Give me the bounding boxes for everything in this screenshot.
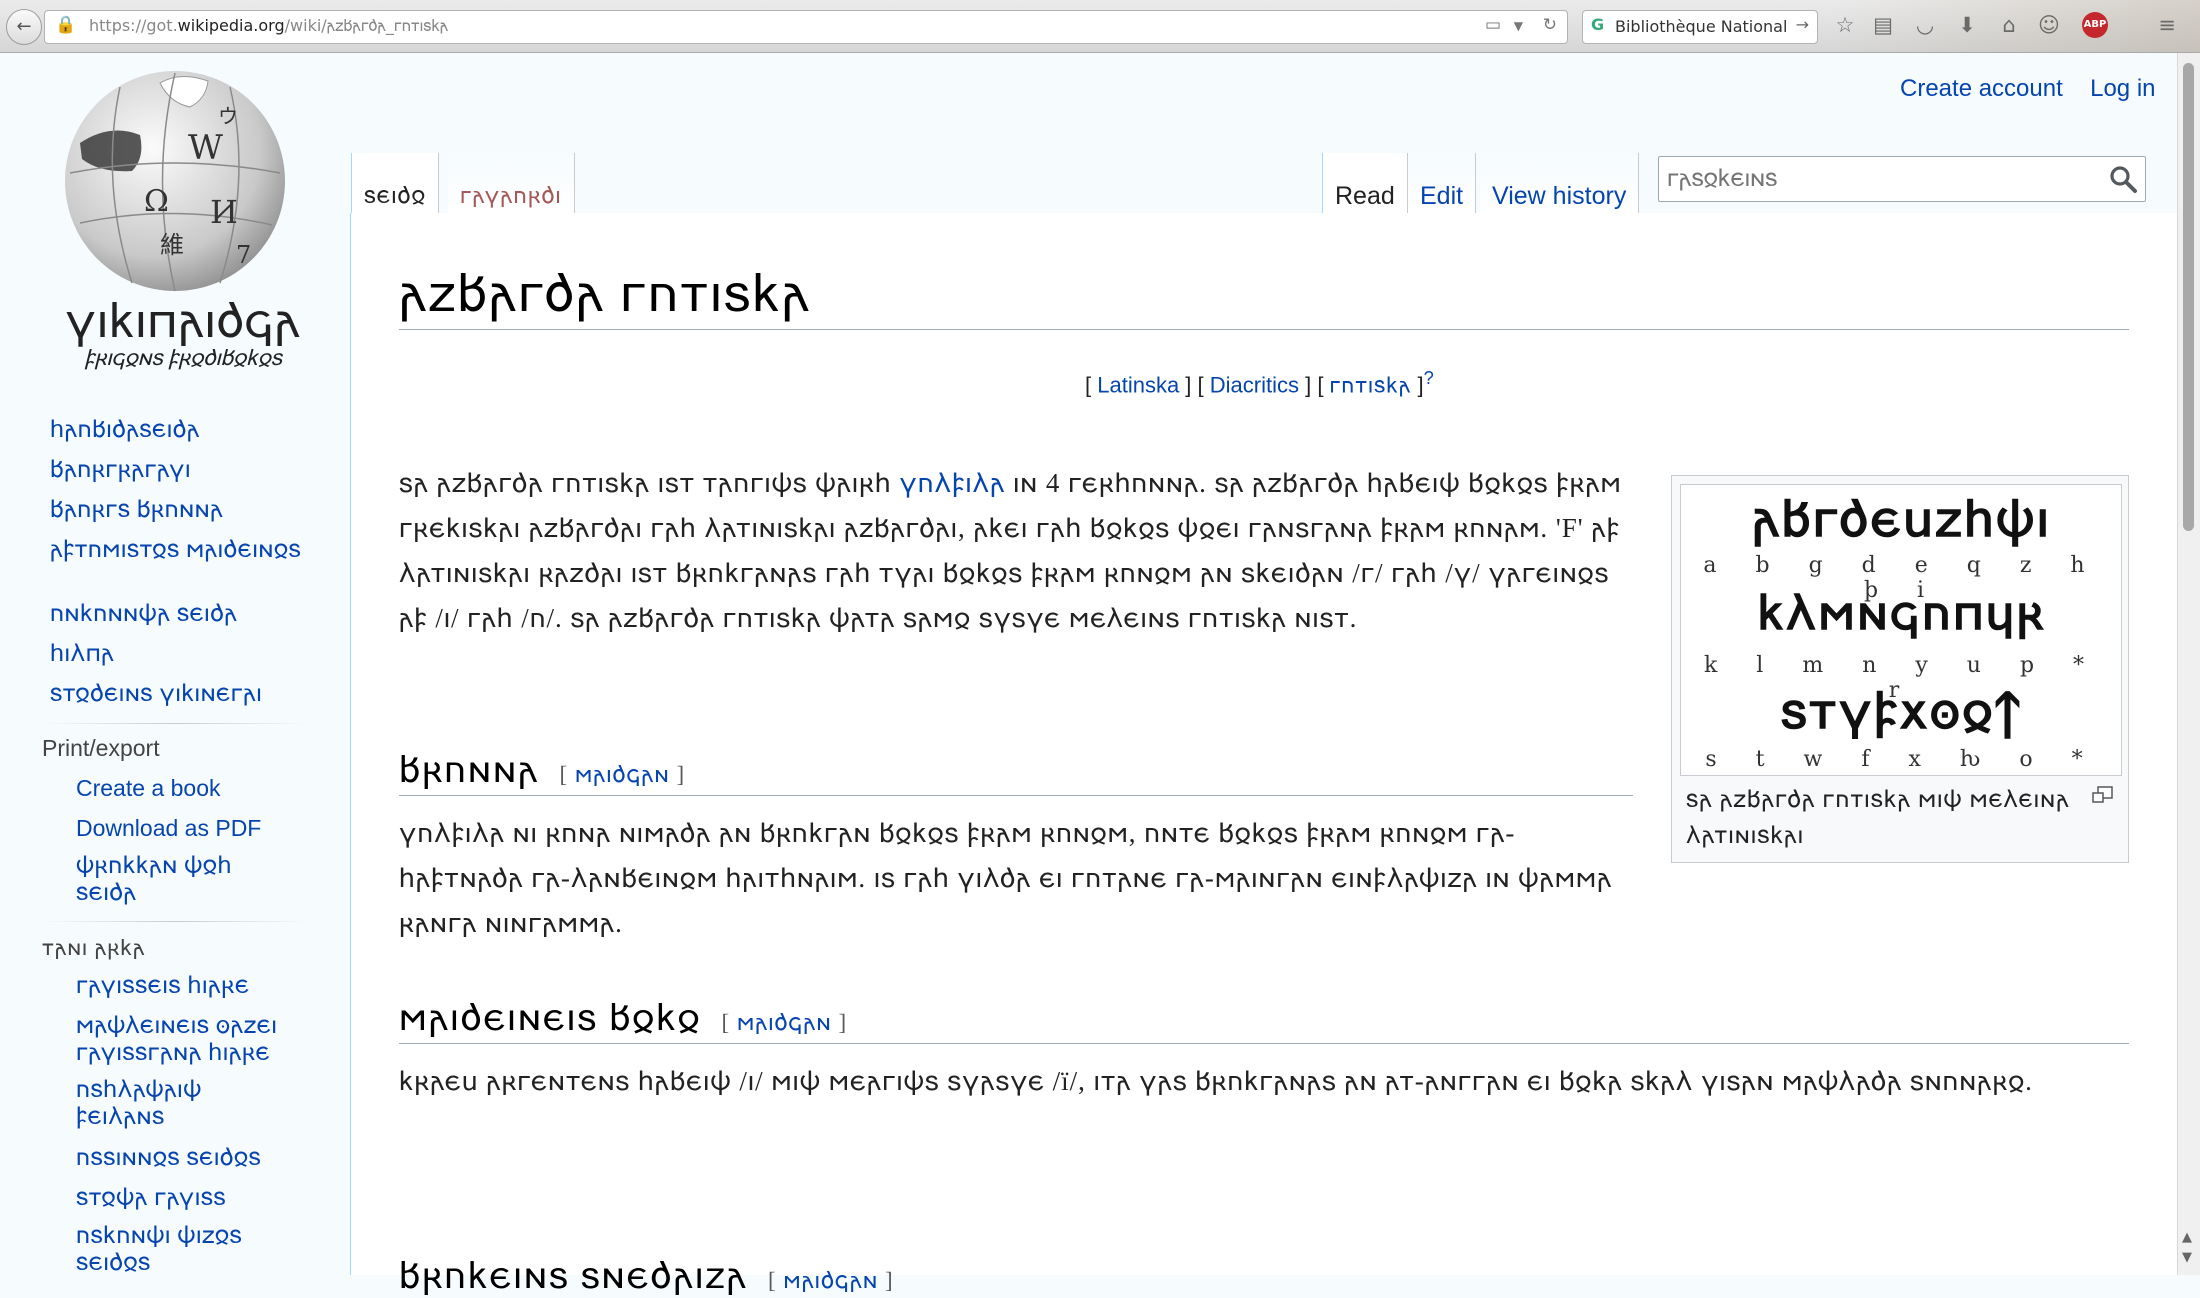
sidebar-item-help[interactable]: 𐌷𐌹𐌻𐍀𐌰 (50, 641, 320, 668)
upload-file-link[interactable]: 𐌿𐍃𐌷𐌻𐌰𐌸𐌰𐌹𐌸 𐍆𐌴𐌹𐌻𐌰𐌽𐍃 (76, 1077, 276, 1131)
scroll-up-icon[interactable]: ▲ (2182, 1230, 2192, 1245)
reload-icon[interactable]: ↻ (1543, 15, 1557, 35)
gothic-alphabet-image[interactable]: 𐌰𐌱𐌲𐌳𐌴𐌵𐌶𐌷𐌸𐌹 a b g d e q z h þ i 𐌺𐌻𐌼𐌽𐌾𐌿𐍀𐍁𐍂… (1680, 484, 2122, 776)
section-edit-link[interactable]: 𐌼𐌰𐌹𐌳𐌾𐌰𐌽 (737, 1010, 832, 1035)
lock-icon: 🔒 (55, 15, 77, 35)
scroll-down-icon[interactable]: ▼ (2182, 1250, 2192, 1265)
alphabet-figure: 𐌰𐌱𐌲𐌳𐌴𐌵𐌶𐌷𐌸𐌹 a b g d e q z h þ i 𐌺𐌻𐌼𐌽𐌾𐌿𐍀𐍁𐍂… (1671, 475, 2129, 863)
browser-search-field[interactable]: G Bibliothèque National → (1582, 10, 1818, 44)
download-pdf-link[interactable]: Download as PDF (76, 815, 261, 842)
search-engine-icon: G (1591, 15, 1605, 34)
bookmarks-list-icon[interactable]: ▤ (1870, 12, 1896, 38)
sidebar-item-recent-changes[interactable]: 𐌰𐍆𐍄𐌿𐌼𐌹𐍃𐍄𐍉𐍃 𐌼𐌰𐌹𐌳𐌴𐌹𐌽𐍉𐍃 (50, 537, 320, 564)
search-icon[interactable] (2107, 163, 2139, 195)
adblock-icon[interactable]: ABP (2082, 12, 2108, 38)
reader-view-icon[interactable]: ▭ (1485, 15, 1501, 35)
help-link[interactable]: ? (1424, 367, 1434, 388)
section-heading: 𐌱𐍂𐌿𐌽𐌽𐌰[ 𐌼𐌰𐌹𐌳𐌾𐌰𐌽 ] (399, 750, 686, 791)
create-book-link[interactable]: Create a book (76, 775, 220, 802)
section-heading: 𐌱𐍂𐌿𐌺𐌴𐌹𐌽𐍃 𐍃𐌽𐌴𐌳𐌰𐌹𐌶𐌰[ 𐌼𐌰𐌹𐌳𐌾𐌰𐌽 ] (399, 1256, 894, 1297)
special-pages-link[interactable]: 𐌿𐍃𐍃𐌹𐌽𐌽𐍉𐍃 𐍃𐌴𐌹𐌳𐍉𐍃 (76, 1145, 346, 1172)
go-arrow-icon[interactable]: → (1796, 15, 1809, 34)
sidebar-item-current-events[interactable]: 𐌱𐌰𐌿𐍂𐌲𐍃 𐌱𐍂𐌿𐌽𐌽𐌰 (50, 497, 320, 524)
gothic-script-link[interactable]: 𐌲𐌿𐍄𐌹𐍃𐌺𐌰 (1330, 372, 1412, 397)
tab-talk[interactable]: 𐌲𐌰𐍅𐌰𐌿𐍂𐌳𐌹 (448, 153, 575, 213)
log-in-link[interactable]: Log in (2090, 75, 2155, 102)
figure-caption: 𐍃𐌰 𐌰𐌶𐌱𐌰𐌲𐌳𐌰 𐌲𐌿𐍄𐌹𐍃𐌺𐌰 𐌼𐌹𐌸 𐌼𐌴𐌻𐌴𐌹𐌽𐌰 𐌻𐌰𐍄𐌹𐌽𐌹𐍃𐌺𐌰… (1686, 787, 2070, 849)
puzzle-globe-icon: Ω W И 維 7 ウ (65, 71, 285, 292)
sidebar-divider (42, 723, 310, 724)
svg-text:ウ: ウ (218, 104, 238, 128)
section-edit-link[interactable]: 𐌼𐌰𐌹𐌳𐌾𐌰𐌽 (575, 762, 670, 787)
script-switcher: [ Latinska ] [ Diacritics ] [ 𐌲𐌿𐍄𐌹𐍃𐌺𐌰 ]? (1085, 367, 1434, 398)
svg-text:И: И (210, 193, 238, 231)
menu-icon[interactable]: ≡ (2154, 12, 2180, 38)
tab-read[interactable]: Read (1322, 153, 1408, 214)
wulfila-link[interactable]: 𐍅𐌿𐌻𐍆𐌹𐌻𐌰 (899, 468, 1005, 498)
search-input[interactable] (1665, 163, 2089, 195)
sidebar-item-community[interactable]: 𐌱𐌰𐌿𐍂𐌲𐍂𐌰𐌲𐌰𐍅𐌹 (50, 457, 320, 484)
related-changes-link[interactable]: 𐌼𐌰𐌸𐌻𐌴𐌹𐌽𐌴𐌹𐍃 𐍈𐌰𐌶𐌴𐌹 𐌲𐌰𐍅𐌹𐍃𐍃𐌲𐌰𐌽𐌰 𐌷𐌹𐌰𐍂𐌴 (76, 1013, 316, 1067)
wikipedia-logo[interactable]: Ω W И 維 7 ウ 𐍅𐌹𐌺𐌹𐍀𐌰𐌹𐌳𐌾𐌰 𐍆𐍂𐌹𐌾𐍉𐌽𐍃 𐍆𐍂𐍉𐌳𐌹𐌱𐍉𐌺𐍉… (40, 63, 310, 383)
bookmark-star-icon[interactable]: ☆ (1832, 12, 1858, 38)
sidebar-item-main-page[interactable]: 𐌷𐌰𐌿𐌱𐌹𐌳𐌰𐍃𐌴𐌹𐌳𐌰 (50, 417, 320, 444)
permanent-link[interactable]: 𐍃𐍄𐍉𐌸𐌰 𐌲𐌰𐍅𐌹𐍃𐍃 (76, 1185, 346, 1212)
latin-script-link[interactable]: Latinska (1097, 372, 1179, 397)
page-information-link[interactable]: 𐌿𐍃𐌺𐌿𐌽𐌸𐌹 𐌸𐌹𐌶𐍉𐍃 𐍃𐌴𐌹𐌳𐍉𐍃 (76, 1223, 296, 1277)
svg-text:Ω: Ω (144, 184, 169, 219)
url-text: https://got.wikipedia.org/wiki/𐌰𐌶𐌱𐌰𐌲𐌳𐌰_𐌲… (89, 16, 449, 35)
create-account-link[interactable]: Create account (1900, 75, 2063, 102)
section-underline (399, 795, 1633, 796)
svg-text:7: 7 (236, 241, 251, 269)
scroll-thumb[interactable] (2183, 63, 2194, 531)
url-bar[interactable]: 🔒 https://got.wikipedia.org/wiki/𐌰𐌶𐌱𐌰𐌲𐌳𐌰… (44, 10, 1568, 44)
title-underline (399, 329, 2129, 330)
tools-heading: 𐍄𐌰𐌽𐌹 𐌰𐍂𐌺𐌰 (42, 935, 146, 960)
sidebar-divider (42, 921, 310, 922)
logo-tagline: 𐍆𐍂𐌹𐌾𐍉𐌽𐍃 𐍆𐍂𐍉𐌳𐌹𐌱𐍉𐌺𐍉𐍃 (84, 345, 282, 370)
intro-paragraph: 𐍃𐌰 𐌰𐌶𐌱𐌰𐌲𐌳𐌰 𐌲𐌿𐍄𐌹𐍃𐌺𐌰 𐌹𐍃𐍄 𐍄𐌰𐌿𐌲𐌹𐌸𐍃 𐌸𐌰𐌹𐍂𐌷 𐍅𐌿𐌻… (399, 468, 1622, 633)
section-paragraph: 𐍅𐌿𐌻𐍆𐌹𐌻𐌰 𐌽𐌹 𐍂𐌿𐌽𐌰 𐌽𐌹𐌼𐌰𐌳𐌰 𐌰𐌽 𐌱𐍂𐌿𐌺𐌲𐌰𐌽 𐌱𐍉𐌺𐍉𐍃 … (399, 818, 1613, 938)
pocket-icon[interactable]: ◡ (1912, 12, 1938, 38)
page-title: 𐌰𐌶𐌱𐌰𐌲𐌳𐌰 𐌲𐌿𐍄𐌹𐍃𐌺𐌰 (399, 266, 812, 323)
download-icon[interactable]: ⬇ (1954, 12, 1980, 38)
section-underline (399, 1043, 2129, 1044)
search-field[interactable] (1658, 156, 2146, 202)
tab-article[interactable]: 𐍃𐌴𐌹𐌳𐍉 (351, 153, 440, 214)
browser-toolbar: ← 🔒 https://got.wikipedia.org/wiki/𐌰𐌶𐌱𐌰𐌲… (0, 0, 2200, 53)
home-icon[interactable]: ⌂ (1996, 12, 2022, 38)
tab-view-history[interactable]: View history (1480, 153, 1640, 213)
back-button[interactable]: ← (6, 9, 42, 45)
enlarge-icon[interactable] (2092, 786, 2114, 804)
sidebar: Ω W И 維 7 ウ 𐍅𐌹𐌺𐌹𐍀𐌰𐌹𐌳𐌾𐌰 𐍆𐍂𐌹𐌾𐍉𐌽𐍃 𐍆𐍂𐍉𐌳𐌹𐌱𐍉𐌺𐍉… (0, 53, 350, 1277)
logo-wordmark: 𐍅𐌹𐌺𐌹𐍀𐌰𐌹𐌳𐌾𐌰 (65, 295, 301, 348)
article-content: 𐌰𐌶𐌱𐌰𐌲𐌳𐌰 𐌲𐌿𐍄𐌹𐍃𐌺𐌰 [ Latinska ] [ Diacritic… (350, 213, 2179, 1297)
dropdown-icon[interactable]: ▼ (1514, 19, 1523, 33)
section-heading: 𐌼𐌰𐌹𐌳𐌴𐌹𐌽𐌴𐌹𐍃 𐌱𐍉𐌺𐍉[ 𐌼𐌰𐌹𐌳𐌾𐌰𐌽 ] (399, 998, 848, 1039)
print-export-heading: Print/export (42, 735, 160, 761)
sidebar-item-donate[interactable]: 𐍃𐍄𐍉𐌳𐌴𐌹𐌽𐍃 𐍅𐌹𐌺𐌹𐌽𐌴𐌲𐌰𐌹 (50, 681, 320, 708)
tab-edit[interactable]: Edit (1408, 153, 1477, 213)
sidebar-item-random-page[interactable]: 𐌿𐌽𐌺𐌿𐌽𐌽𐌸𐌰 𐍃𐌴𐌹𐌳𐌰 (50, 601, 320, 628)
search-engine-label: Bibliothèque National (1615, 17, 1788, 36)
personal-tools: Create account Log in (1900, 75, 2156, 103)
emoji-icon[interactable]: ☺ (2036, 12, 2062, 38)
wiki-page: Ω W И 維 7 ウ 𐍅𐌹𐌺𐌹𐍀𐌰𐌹𐌳𐌾𐌰 𐍆𐍂𐌹𐌾𐍉𐌽𐍃 𐍆𐍂𐍉𐌳𐌹𐌱𐍉𐌺𐍉… (0, 53, 2179, 1297)
svg-text:W: W (188, 128, 223, 168)
section-edit-link[interactable]: 𐌼𐌰𐌹𐌳𐌾𐌰𐌽 (783, 1268, 878, 1293)
printable-version-link[interactable]: 𐌸𐍂𐌿𐌺𐌺𐌰𐌽 𐌸𐍉𐌷 𐍃𐌴𐌹𐌳𐌰 (76, 853, 296, 907)
page-scrollbar[interactable]: ▲ ▼ (2177, 53, 2200, 1275)
what-links-here-link[interactable]: 𐌲𐌰𐍅𐌹𐍃𐍃𐌴𐌹𐍃 𐌷𐌹𐌰𐍂𐌴 (76, 973, 346, 1000)
diacritics-link[interactable]: Diacritics (1210, 372, 1299, 397)
svg-text:維: 維 (160, 231, 184, 259)
section-paragraph: 𐌺𐍂𐌰𐌴𐌵 𐌰𐍂𐌲𐌴𐌽𐍄𐌴𐌽𐍃 𐌷𐌰𐌱𐌴𐌹𐌸 /𐌹/ 𐌼𐌹𐌸 𐌼𐌴𐌰𐌲𐌹𐌸𐍃 𐍃… (399, 1066, 2033, 1096)
